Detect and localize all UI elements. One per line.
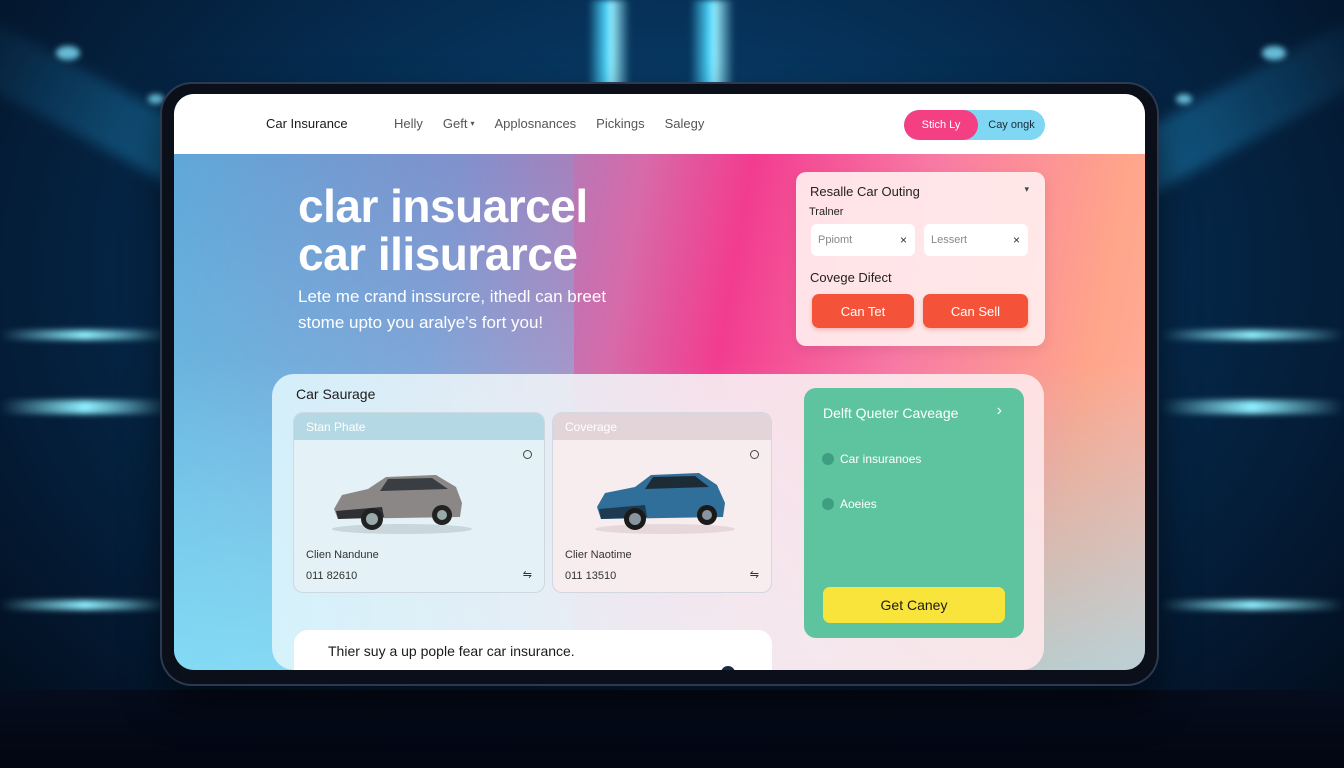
- trainer-input-field[interactable]: [818, 234, 888, 246]
- chevron-down-icon: ▾: [470, 119, 475, 128]
- car-rim: [629, 513, 641, 525]
- car-image: [332, 475, 472, 534]
- car-rim: [437, 510, 447, 520]
- testimonial-card: Thier suy a up pople fear car insurance.: [294, 630, 772, 670]
- car-card-number: 011 82610: [306, 570, 358, 582]
- background-light-beam: [1160, 400, 1344, 414]
- radio-dot-icon: [822, 453, 834, 465]
- auth-toggle-pill: Stich Ly Cay ongk: [904, 110, 1045, 140]
- quote-coverage-title: Delft Queter Caveage: [823, 405, 959, 421]
- nav-link-label: Geft: [442, 116, 468, 131]
- resale-car-panel: Resalle Car Outing ▾ Tralner × × Covege …: [796, 172, 1045, 346]
- car-card-number: 011 13510: [565, 570, 617, 582]
- background-light-beam: [0, 400, 170, 414]
- trainer-input-2[interactable]: ×: [924, 224, 1028, 256]
- background-light-beam: [0, 330, 170, 340]
- app-screen: Car Insurance Helly Geft ▾ Applosnances P…: [174, 94, 1145, 670]
- primary-pill-button[interactable]: Stich Ly: [904, 110, 978, 140]
- car-storage-title: Car Saurage: [296, 386, 376, 402]
- hero-title-line: clar insuarcel: [298, 180, 588, 232]
- hero-title-line: car ilisurarce: [298, 228, 578, 280]
- coverage-direct-label: Covege Difect: [810, 270, 892, 285]
- car-card[interactable]: Stan Phate Clien Nandune 011 82610 ⇋: [293, 412, 545, 593]
- radio-dot-icon: [822, 498, 834, 510]
- resale-panel-title: Resalle Car Outing: [810, 184, 920, 199]
- background-light-dot: [1176, 94, 1192, 104]
- nav-link-geft[interactable]: Geft ▾: [443, 116, 475, 131]
- can-sell-button[interactable]: Can Sell: [923, 294, 1028, 328]
- coverage-option[interactable]: Aoeies: [822, 497, 877, 511]
- trainer-label: Tralner: [809, 206, 844, 218]
- trainer-input-1[interactable]: ×: [811, 224, 915, 256]
- background-light-beam: [0, 600, 170, 610]
- can-tet-button[interactable]: Can Tet: [812, 294, 914, 328]
- tablet-device-frame: Car Insurance Helly Geft ▾ Applosnances P…: [162, 84, 1157, 684]
- nav-link-pickings[interactable]: Pickings: [596, 116, 644, 131]
- top-nav-bar: Car Insurance Helly Geft ▾ Applosnances P…: [174, 94, 1145, 154]
- car-shadow: [332, 524, 472, 534]
- background-light-beam: [1160, 600, 1344, 610]
- nav-links: Helly Geft ▾ Applosnances Pickings Salegy: [394, 116, 704, 131]
- quote-coverage-panel: Delft Queter Caveage › Car insuranoes Ao…: [804, 388, 1024, 638]
- secondary-pill-button[interactable]: Cay ongk: [978, 110, 1045, 140]
- hero-title: clar insuarcel car ilisurarce: [298, 182, 588, 278]
- nav-link-applosnances[interactable]: Applosnances: [495, 116, 577, 131]
- car-card-header: Coverage: [553, 413, 771, 440]
- background-light-dot: [1262, 46, 1286, 60]
- car-card[interactable]: Coverage Clier Naotime 011 13510 ⇋: [552, 412, 772, 593]
- brand-logo-text[interactable]: Car Insurance: [266, 116, 348, 131]
- car-card-header: Stan Phate: [294, 413, 544, 440]
- background-light-beam: [588, 0, 630, 90]
- coverage-option[interactable]: Car insuranoes: [822, 452, 921, 466]
- car-rim: [702, 510, 712, 520]
- select-radio[interactable]: [523, 450, 532, 459]
- background-floor: [0, 690, 1344, 768]
- car-card-name: Clier Naotime: [565, 549, 632, 561]
- trainer-input-field[interactable]: [931, 234, 1001, 246]
- background-light-dot: [56, 46, 80, 60]
- clear-icon[interactable]: ×: [1013, 233, 1020, 247]
- background-light-beam: [690, 0, 734, 90]
- get-quote-button[interactable]: Get Caney: [823, 587, 1005, 623]
- car-rim: [366, 513, 378, 525]
- chevron-right-icon[interactable]: ›: [997, 402, 1002, 420]
- car-image: [595, 473, 735, 534]
- coverage-option-label: Car insuranoes: [840, 452, 922, 466]
- car-card-name: Clien Nandune: [306, 549, 379, 561]
- nav-link-salegy[interactable]: Salegy: [665, 116, 705, 131]
- car-shadow: [595, 524, 735, 534]
- clear-icon[interactable]: ×: [900, 233, 907, 247]
- background-light-beam: [1160, 330, 1344, 340]
- link-icon[interactable]: ⇋: [750, 568, 759, 581]
- chevron-down-icon[interactable]: ▾: [1024, 184, 1029, 195]
- testimonial-text: Thier suy a up pople fear car insurance.: [328, 643, 575, 659]
- nav-link-helly[interactable]: Helly: [394, 116, 423, 131]
- coverage-option-label: Aoeies: [840, 497, 877, 511]
- link-icon[interactable]: ⇋: [523, 568, 532, 581]
- background-light-dot: [148, 94, 164, 104]
- hero-subtitle: Lete me crand inssurcre, ithedl can bree…: [298, 287, 607, 332]
- select-radio[interactable]: [750, 450, 759, 459]
